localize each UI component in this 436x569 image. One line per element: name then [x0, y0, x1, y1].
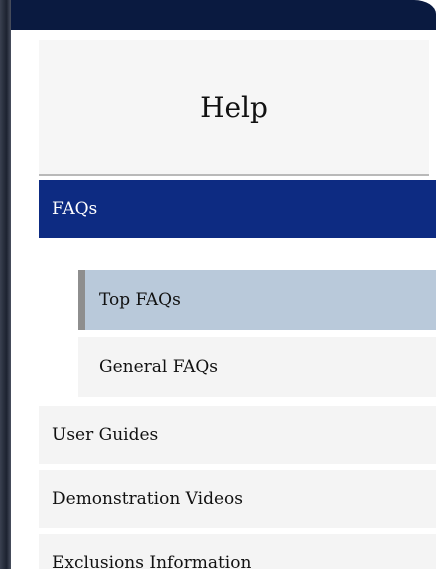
help-sidebar-panel: Help FAQs Top FAQs General FAQs User Gui… — [11, 30, 436, 569]
nav-item-user-guides-label: User Guides — [52, 425, 159, 445]
top-bar — [0, 0, 436, 30]
window-left-edge — [0, 0, 11, 569]
subnav-item-top-faqs-label: Top FAQs — [99, 290, 181, 310]
nav-item-faqs[interactable]: FAQs — [39, 180, 436, 238]
nav-item-demonstration-videos-label: Demonstration Videos — [52, 489, 243, 509]
help-window: Help FAQs Top FAQs General FAQs User Gui… — [0, 0, 436, 569]
nav-item-exclusions-information-label: Exclusions Information — [52, 553, 252, 569]
subnav-item-top-faqs[interactable]: Top FAQs — [78, 270, 436, 330]
subnav-item-general-faqs-label: General FAQs — [99, 357, 219, 377]
nav-item-exclusions-information[interactable]: Exclusions Information — [39, 534, 436, 569]
help-title: Help — [200, 90, 268, 124]
nav-item-demonstration-videos[interactable]: Demonstration Videos — [39, 470, 436, 528]
help-header: Help — [39, 40, 429, 176]
nav-item-user-guides[interactable]: User Guides — [39, 406, 436, 464]
subnav-item-general-faqs[interactable]: General FAQs — [78, 337, 436, 397]
nav-item-faqs-label: FAQs — [52, 199, 98, 219]
